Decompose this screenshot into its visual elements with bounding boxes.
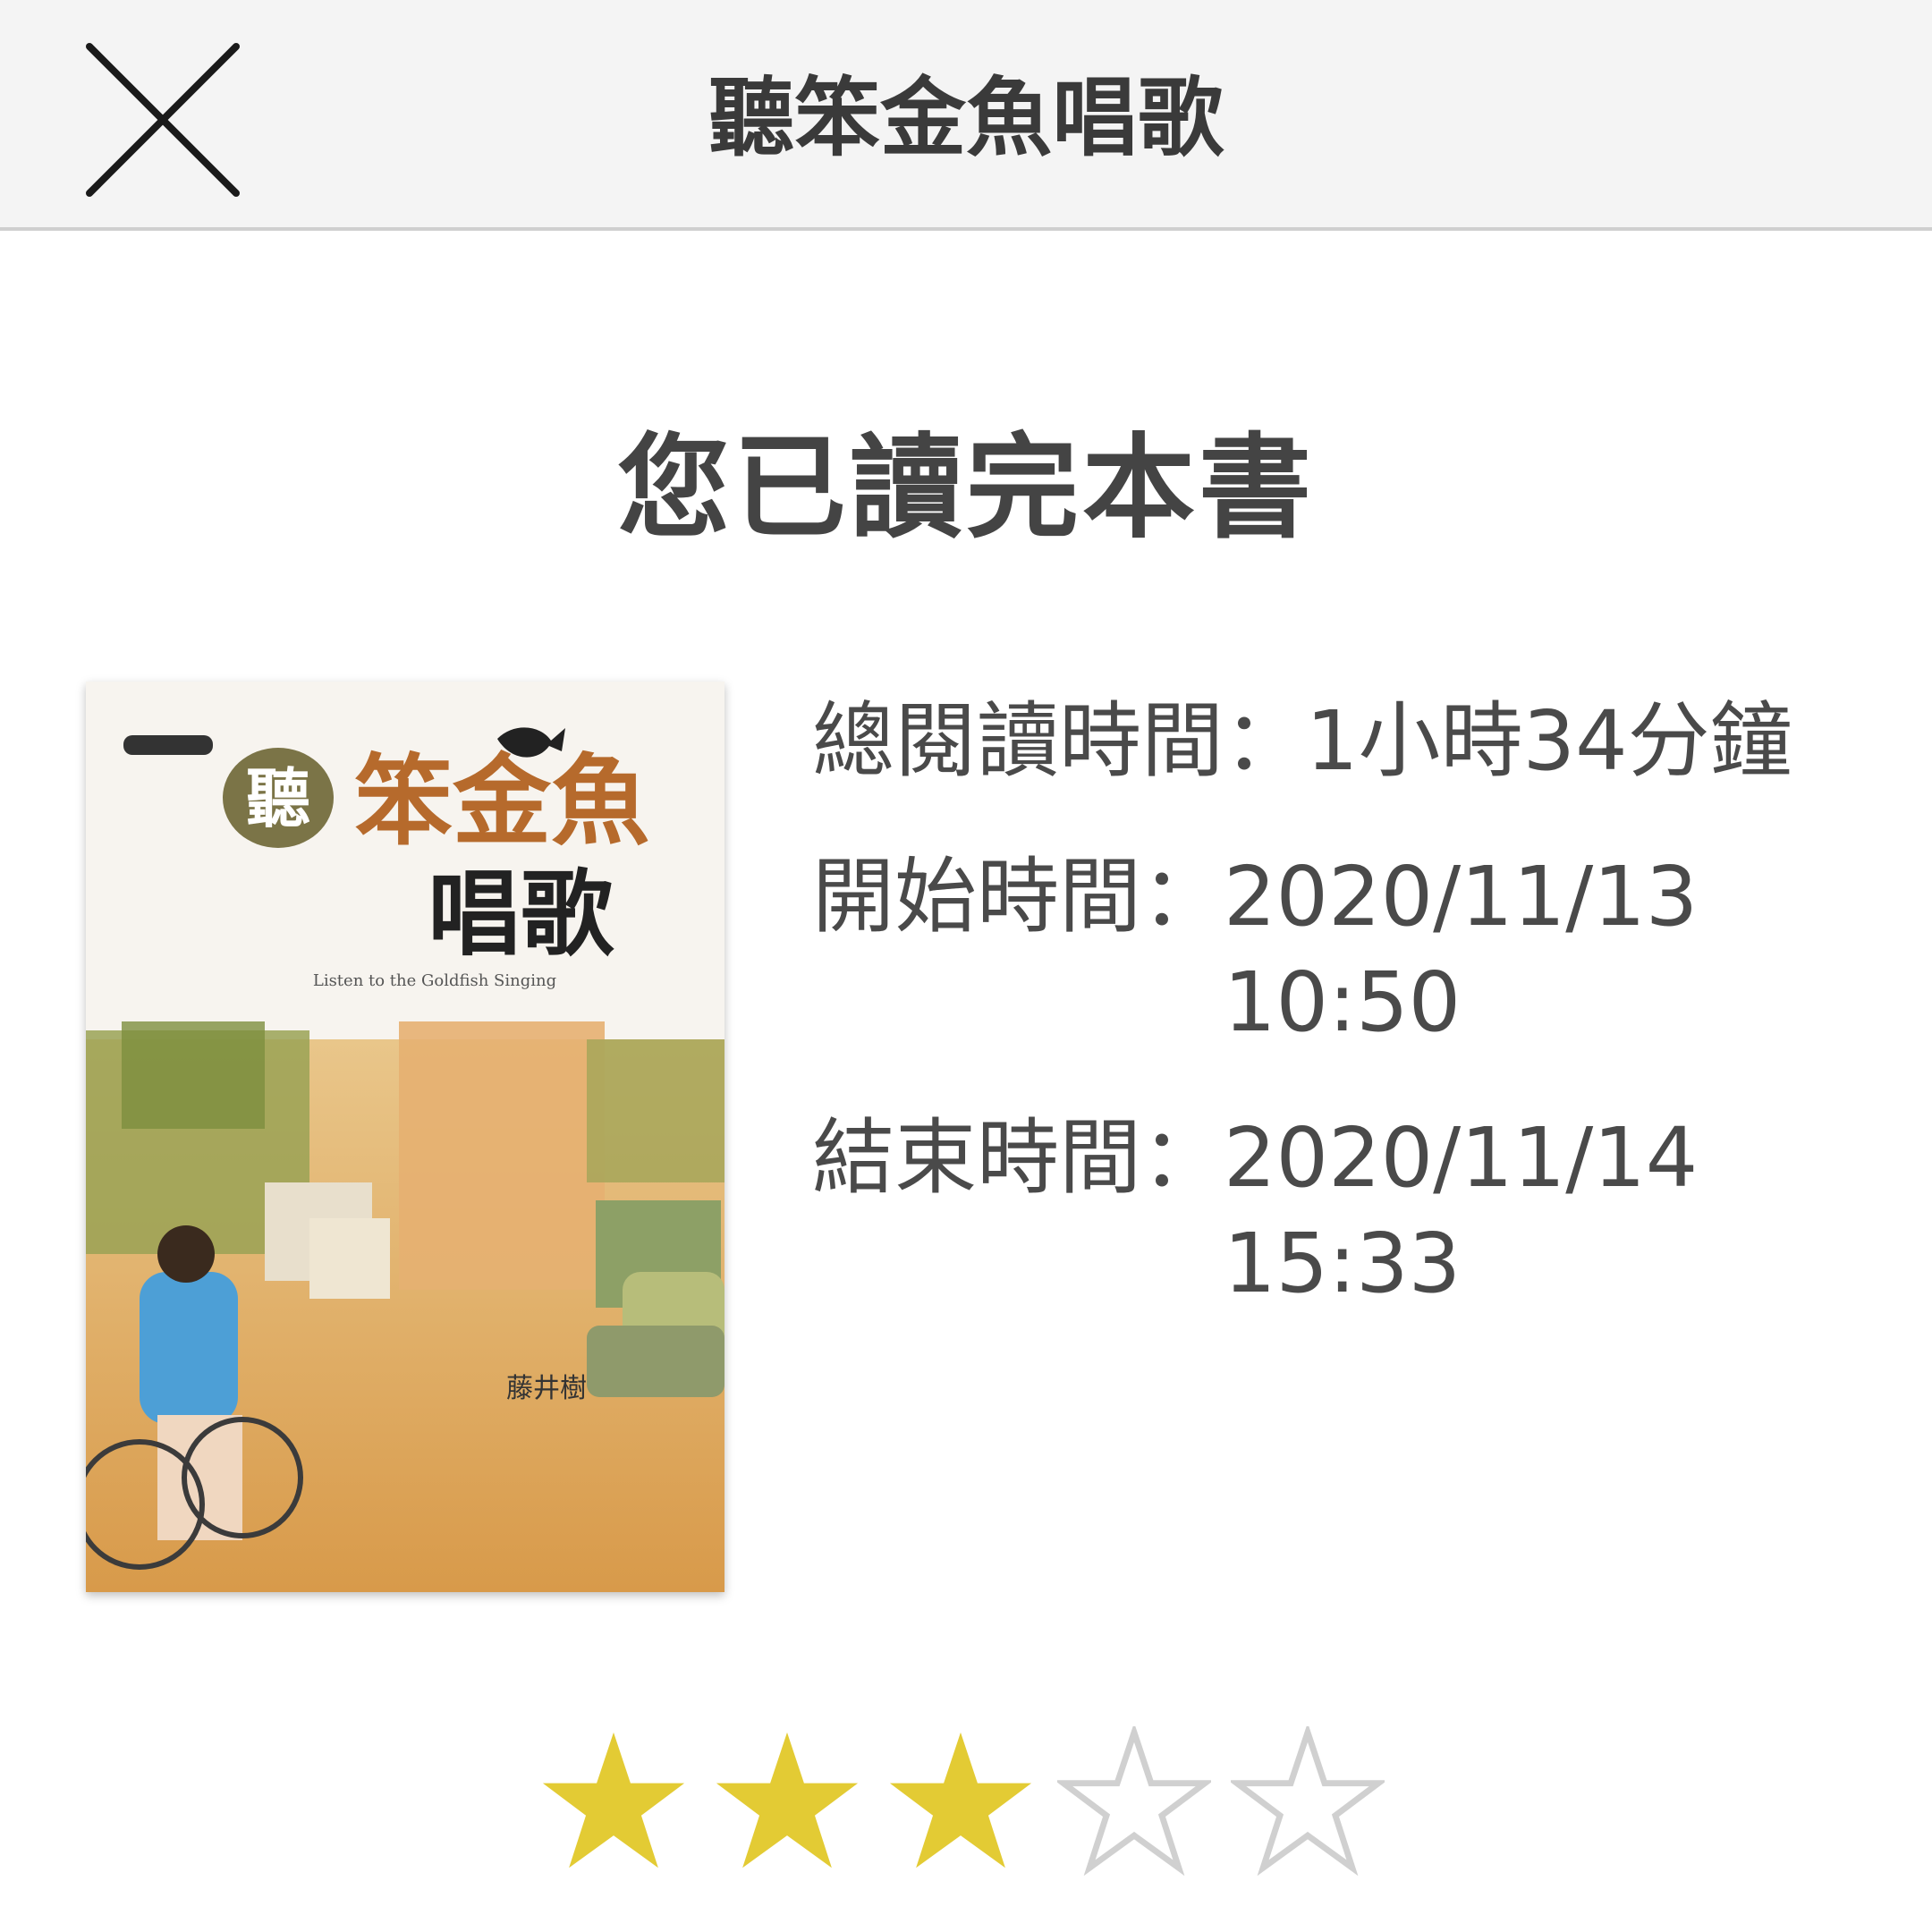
total-time-label: 總閱讀時間： (812, 693, 1307, 789)
reading-stats: 總閱讀時間： 1小時34分鐘 開始時間： 2020/11/13 10:50 結束… (812, 689, 1885, 1367)
total-time-value: 1小時34分鐘 (1306, 693, 1792, 789)
close-button[interactable] (79, 36, 249, 206)
top-bar: 聽笨金魚唱歌 (0, 0, 1932, 231)
star-empty-icon[interactable] (1057, 1726, 1211, 1880)
cover-title-sub: 唱歌 (428, 859, 614, 969)
cover-author: 藤井樹 (506, 1373, 587, 1404)
book-cover: 聽 笨金魚 唱歌 Listen to the Goldfish Singing … (86, 682, 724, 1592)
star-rating[interactable] (537, 1726, 1385, 1880)
cover-subtitle: Listen to the Goldfish Singing (313, 971, 556, 990)
end-time-row: 結束時間： 2020/11/14 15:33 (812, 1106, 1885, 1317)
star-filled-icon[interactable] (710, 1726, 864, 1880)
finished-heading: 您已讀完本書 (617, 422, 1315, 554)
cover-title-char: 聽 (246, 760, 310, 836)
end-time-value: 2020/11/14 15:33 (1224, 1110, 1699, 1311)
star-filled-icon[interactable] (537, 1726, 691, 1880)
cover-title-main: 笨金魚 (354, 743, 649, 859)
end-time-label: 結束時間： (812, 1110, 1224, 1206)
total-time-row: 總閱讀時間： 1小時34分鐘 (812, 689, 1885, 794)
star-empty-icon[interactable] (1231, 1726, 1385, 1880)
start-time-label: 開始時間： (812, 849, 1224, 945)
start-time-value: 2020/11/13 10:50 (1224, 849, 1699, 1050)
close-icon[interactable] (79, 36, 249, 206)
start-time-row: 開始時間： 2020/11/13 10:50 (812, 844, 1885, 1055)
page-title: 聽笨金魚唱歌 (708, 68, 1224, 168)
star-filled-icon[interactable] (884, 1726, 1038, 1880)
